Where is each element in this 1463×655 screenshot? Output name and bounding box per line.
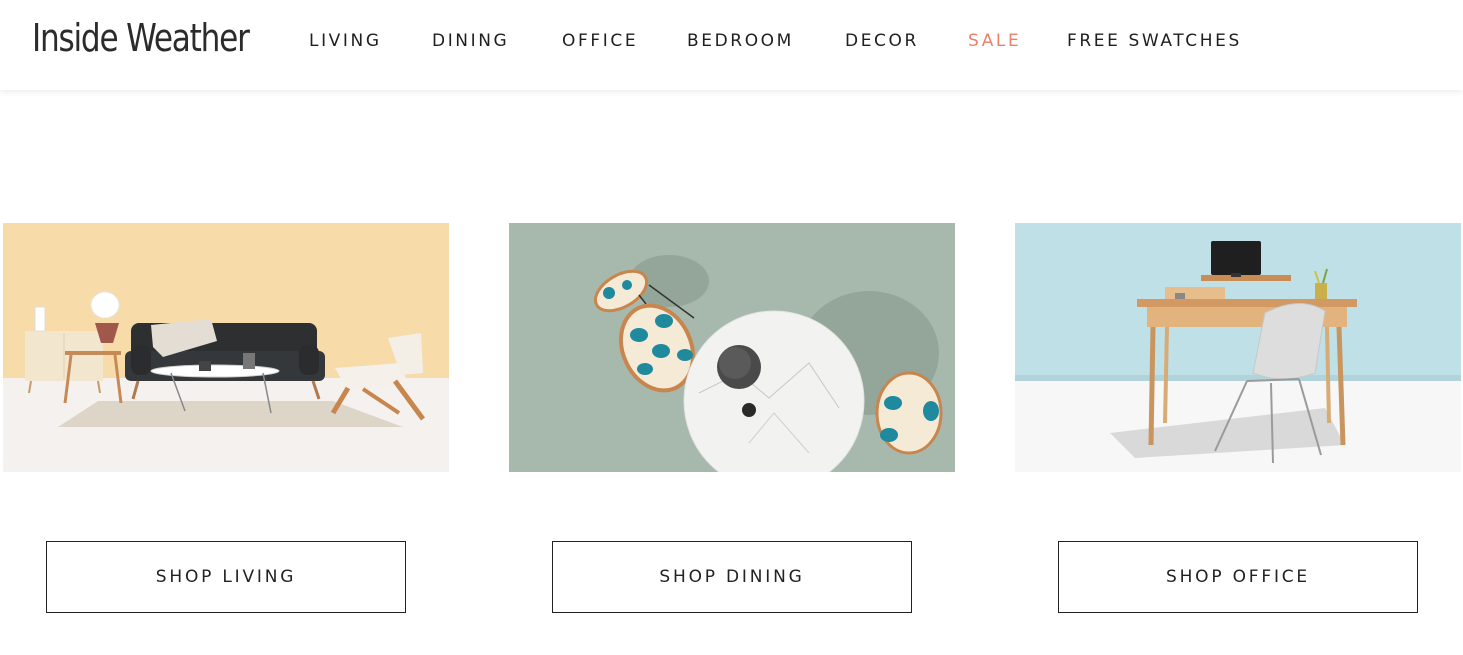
dining-category-image[interactable] [509,223,955,472]
office-category-image[interactable] [1015,223,1461,472]
shop-dining-button[interactable]: SHOP DINING [552,541,912,613]
main-nav: LIVING DINING OFFICE BEDROOM DECOR SALE … [0,0,1463,82]
dining-table-illustration [509,223,955,472]
office-desk-illustration [1015,223,1461,472]
nav-item-office[interactable]: OFFICE [562,30,638,52]
nav-item-sale[interactable]: SALE [968,30,1021,52]
nav-item-bedroom[interactable]: BEDROOM [687,30,794,52]
shop-living-button[interactable]: SHOP LIVING [46,541,406,613]
site-header: Inside Weather LIVING DINING OFFICE BEDR… [0,0,1463,90]
shop-office-button[interactable]: SHOP OFFICE [1058,541,1418,613]
nav-item-free-swatches[interactable]: FREE SWATCHES [1067,30,1242,52]
nav-item-living[interactable]: LIVING [309,30,382,52]
nav-item-decor[interactable]: DECOR [845,30,919,52]
living-room-illustration [3,223,449,472]
living-category-image[interactable] [3,223,449,472]
nav-item-dining[interactable]: DINING [432,30,509,52]
